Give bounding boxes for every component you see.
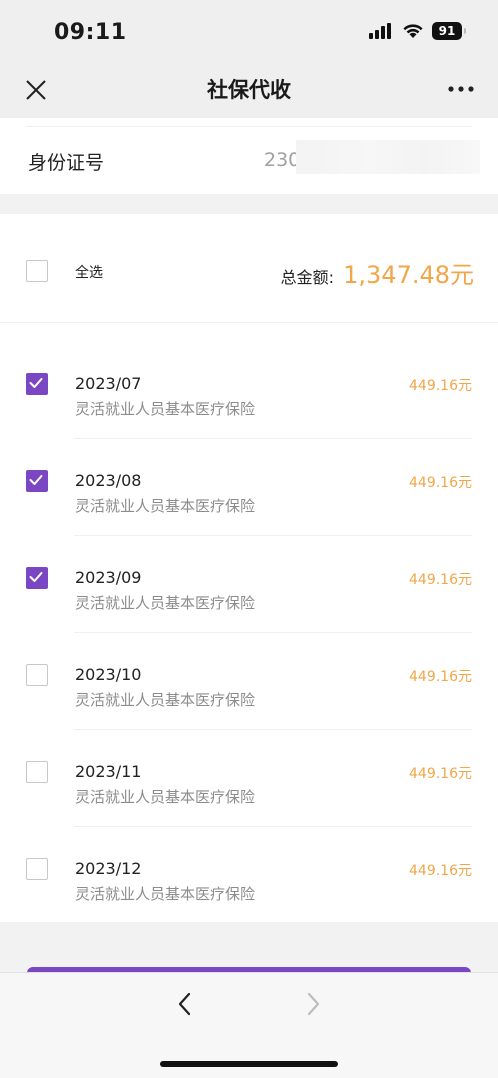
item-description: 灵活就业人员基本医疗保险 — [75, 788, 256, 806]
status-time: 09:11 — [54, 20, 127, 45]
item-period: 2023/08 — [75, 471, 142, 490]
status-icons: 91 — [368, 22, 466, 40]
item-period: 2023/12 — [75, 859, 142, 878]
wifi-icon — [403, 24, 423, 38]
item-checkbox[interactable] — [26, 470, 48, 492]
total-label: 总金额: — [280, 268, 334, 287]
check-icon — [29, 572, 43, 582]
item-amount: 449.16元 — [409, 475, 472, 491]
item-period: 2023/10 — [75, 665, 142, 684]
select-all-checkbox[interactable] — [26, 260, 48, 282]
check-icon — [29, 378, 43, 388]
status-bar: 09:11 91 — [0, 0, 498, 64]
item-checkbox[interactable] — [26, 373, 48, 395]
item-period: 2023/11 — [75, 762, 142, 781]
list-item[interactable]: 2023/09 灵活就业人员基本医疗保险 449.16元 — [0, 536, 498, 633]
item-checkbox[interactable] — [26, 664, 48, 686]
list-item[interactable]: 2023/12 灵活就业人员基本医疗保险 449.16元 — [0, 827, 498, 924]
item-description: 灵活就业人员基本医疗保险 — [75, 400, 256, 418]
page-title: 社保代收 — [207, 78, 291, 102]
item-description: 灵活就业人员基本医疗保险 — [75, 885, 256, 903]
item-amount: 449.16元 — [409, 766, 472, 782]
item-amount: 449.16元 — [409, 572, 472, 588]
signal-icon — [369, 23, 391, 39]
select-all-label: 全选 — [75, 265, 103, 281]
id-value: 230 — [264, 149, 301, 171]
item-amount: 449.16元 — [409, 378, 472, 394]
item-description: 灵活就业人员基本医疗保险 — [75, 594, 256, 612]
item-period: 2023/09 — [75, 568, 142, 587]
item-description: 灵活就业人员基本医疗保险 — [75, 497, 256, 515]
battery-level: 91 — [438, 24, 456, 38]
id-section: 身份证号 230 — [0, 118, 498, 194]
item-checkbox[interactable] — [26, 567, 48, 589]
item-amount: 449.16元 — [409, 863, 472, 879]
more-icon[interactable] — [446, 78, 476, 100]
list-item[interactable]: 2023/08 灵活就业人员基本医疗保险 449.16元 — [0, 439, 498, 536]
browser-bottom-bar — [0, 972, 498, 1078]
id-label: 身份证号 — [28, 152, 105, 174]
item-checkbox[interactable] — [26, 858, 48, 880]
item-description: 灵活就业人员基本医疗保险 — [75, 691, 256, 709]
total-amount: 1,347.48元 — [343, 261, 474, 289]
item-amount: 449.16元 — [409, 669, 472, 685]
chevron-left-icon[interactable] — [170, 989, 200, 1019]
list-item[interactable]: 2023/10 灵活就业人员基本医疗保险 449.16元 — [0, 633, 498, 730]
check-icon — [29, 475, 43, 485]
nav-bar: 社保代收 — [0, 64, 498, 118]
list-item[interactable]: 2023/07 灵活就业人员基本医疗保险 449.16元 — [0, 342, 498, 439]
home-indicator — [160, 1061, 338, 1067]
select-all-row[interactable]: 全选 总金额: 1,347.48元 — [0, 214, 498, 323]
battery-icon: 91 — [432, 22, 466, 40]
chevron-right-icon[interactable] — [298, 989, 328, 1019]
id-mask — [296, 140, 480, 174]
payment-list-panel: 全选 总金额: 1,347.48元 2023/07 灵活就业人员基本医疗保险 4… — [0, 214, 498, 922]
list-item[interactable]: 2023/11 灵活就业人员基本医疗保险 449.16元 — [0, 730, 498, 827]
item-checkbox[interactable] — [26, 761, 48, 783]
item-period: 2023/07 — [75, 374, 142, 393]
